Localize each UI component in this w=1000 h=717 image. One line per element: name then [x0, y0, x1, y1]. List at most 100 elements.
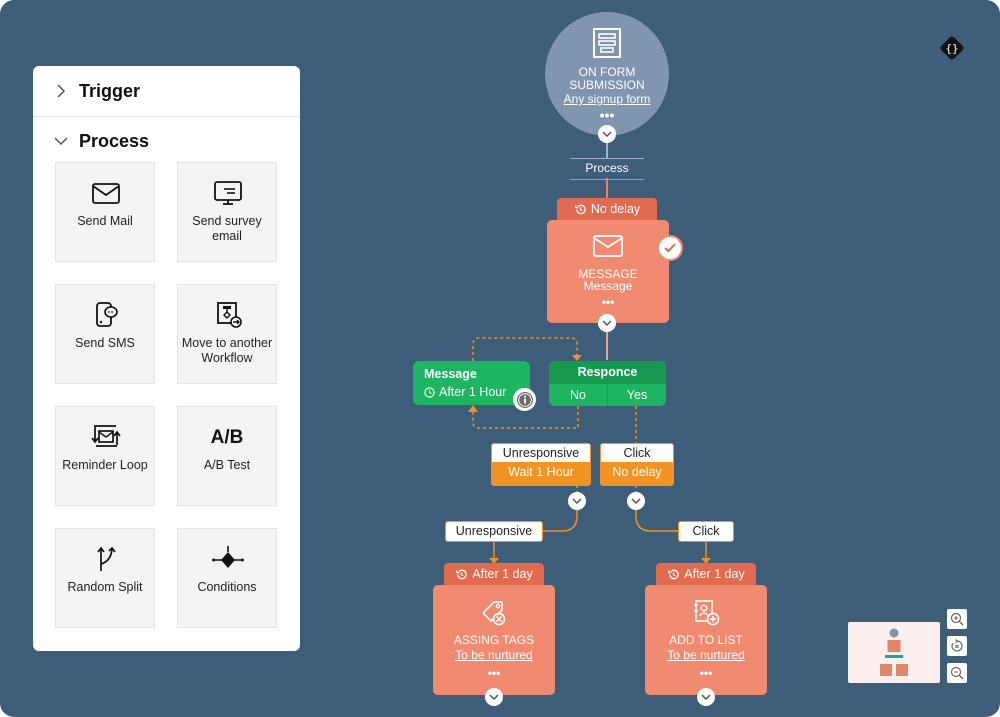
tile-send-survey-email[interactable]: Send survey email [177, 162, 277, 262]
response-node[interactable]: Responce No Yes [549, 361, 666, 406]
workflow-move-icon [217, 302, 242, 328]
expand-add-to-list-button[interactable] [697, 688, 715, 706]
chevron-down-icon [701, 694, 711, 700]
trigger-title: ON FORM SUBMISSION [569, 65, 645, 92]
chevron-down-icon [602, 131, 612, 137]
tile-send-mail[interactable]: Send Mail [55, 162, 155, 262]
zoom-out-button[interactable] [947, 663, 967, 683]
zoom-in-button[interactable] [947, 609, 967, 629]
delay-tab[interactable]: No delay [557, 198, 657, 220]
assign-tags-card[interactable]: ASSING TAGS To be nurtured ••• [433, 585, 555, 695]
tile-reminder-loop[interactable]: Reminder Loop [55, 406, 155, 506]
history-icon [668, 569, 680, 579]
conditions-diamond-icon [212, 546, 244, 568]
tile-label: Send Mail [77, 214, 133, 228]
chevron-down-icon [54, 137, 68, 146]
reminder-loop-icon [91, 425, 121, 447]
card-title: ASSING TAGS [453, 633, 535, 647]
contact-list-add-icon [694, 600, 720, 626]
trigger-node[interactable]: ON FORM SUBMISSION Any signup form ••• [545, 12, 669, 136]
tile-move-workflow[interactable]: Move to another Workflow [177, 284, 277, 384]
tile-label: Move to another Workflow [181, 336, 273, 365]
message-card[interactable]: MESSAGE Message ••• [547, 220, 669, 323]
response-yes[interactable]: Yes [608, 384, 666, 406]
actions-panel: Trigger Process Send Mail Send survey em… [33, 66, 300, 651]
reset-icon [951, 639, 963, 652]
random-split-icon [97, 546, 116, 571]
chevron-right-icon [57, 84, 66, 98]
chevron-down-icon [602, 320, 612, 326]
tile-label: Random Split [67, 580, 143, 594]
svg-text:{}: {} [945, 42, 958, 55]
click-tag: Click [678, 521, 734, 542]
card-subtitle[interactable]: To be nurtured [645, 649, 767, 662]
monitor-survey-icon [214, 181, 242, 205]
form-icon [593, 28, 621, 58]
code-braces-icon: {} [940, 36, 964, 60]
code-view-button[interactable]: {} [938, 34, 966, 62]
more-options-icon[interactable]: ••• [433, 667, 555, 680]
branch-click[interactable]: Click No delay [600, 443, 674, 486]
tile-label: Reminder Loop [62, 458, 148, 472]
tile-random-split[interactable]: Random Split [55, 528, 155, 628]
info-button[interactable] [513, 388, 536, 411]
tag-remove-icon [482, 601, 506, 626]
branch-delay: Wait 1 Hour [508, 465, 574, 479]
branch-delay: No delay [612, 465, 662, 479]
section-trigger[interactable]: Trigger [33, 66, 300, 116]
more-options-icon[interactable]: ••• [545, 107, 669, 123]
add-to-list-card[interactable]: ADD TO LIST To be nurtured ••• [645, 585, 767, 695]
phone-chat-icon [96, 302, 118, 327]
chevron-down-icon [489, 694, 499, 700]
delay-tab[interactable]: After 1 day [656, 563, 756, 585]
info-icon [516, 391, 533, 408]
envelope-icon [92, 183, 120, 204]
history-icon [575, 204, 586, 214]
delay-text: No delay [590, 202, 641, 216]
tile-label: Send SMS [75, 336, 135, 350]
chevron-down-icon [572, 498, 582, 504]
tile-label: Send survey email [192, 214, 262, 243]
card-subtitle: Message [583, 279, 633, 293]
more-options-icon[interactable]: ••• [645, 667, 767, 680]
card-subtitle[interactable]: To be nurtured [433, 649, 555, 662]
expand-trigger-button[interactable] [598, 125, 616, 143]
delay-tab[interactable]: After 1 day [444, 563, 544, 585]
check-icon [664, 243, 676, 253]
completed-check [657, 235, 683, 261]
chevron-down-icon [631, 498, 641, 504]
tile-label: Conditions [197, 580, 257, 594]
section-title: Process [79, 130, 150, 151]
arrow-head [468, 405, 478, 412]
expand-click-button[interactable] [627, 492, 645, 510]
tile-label: A/B Test [203, 458, 251, 472]
unresponsive-tag: Unresponsive [445, 521, 543, 542]
tile-ab-test[interactable]: A/B A/B Test [177, 406, 277, 506]
node-title: Responce [549, 361, 666, 384]
branch-condition: Unresponsive [492, 444, 590, 462]
delay-text: After 1 day [684, 567, 745, 581]
expand-assign-tags-button[interactable] [485, 688, 503, 706]
section-process[interactable]: Process [33, 116, 300, 166]
response-no[interactable]: No [549, 384, 607, 406]
wait-text: After 1 Hour [439, 385, 507, 399]
branch-condition: Click [601, 444, 673, 462]
minimap[interactable] [848, 622, 940, 683]
more-options-icon[interactable]: ••• [547, 296, 669, 309]
branch-unresponsive[interactable]: Unresponsive Wait 1 Hour [491, 443, 591, 486]
process-label: Process [570, 158, 644, 180]
workflow-canvas[interactable]: Trigger Process Send Mail Send survey em… [0, 0, 1000, 717]
clock-icon [424, 386, 435, 398]
expand-unresponsive-button[interactable] [568, 492, 586, 510]
history-icon [456, 569, 468, 579]
ab-test-icon: A/B [210, 427, 244, 448]
envelope-icon [593, 235, 623, 257]
tile-send-sms[interactable]: Send SMS [55, 284, 155, 384]
reset-zoom-button[interactable] [947, 636, 967, 656]
tile-conditions[interactable]: Conditions [177, 528, 277, 628]
trigger-form-link[interactable]: Any signup form [564, 92, 651, 106]
expand-message-button[interactable] [598, 314, 616, 332]
node-title: Message [424, 367, 477, 381]
card-title: ADD TO LIST [669, 633, 743, 647]
section-title: Trigger [79, 80, 141, 101]
